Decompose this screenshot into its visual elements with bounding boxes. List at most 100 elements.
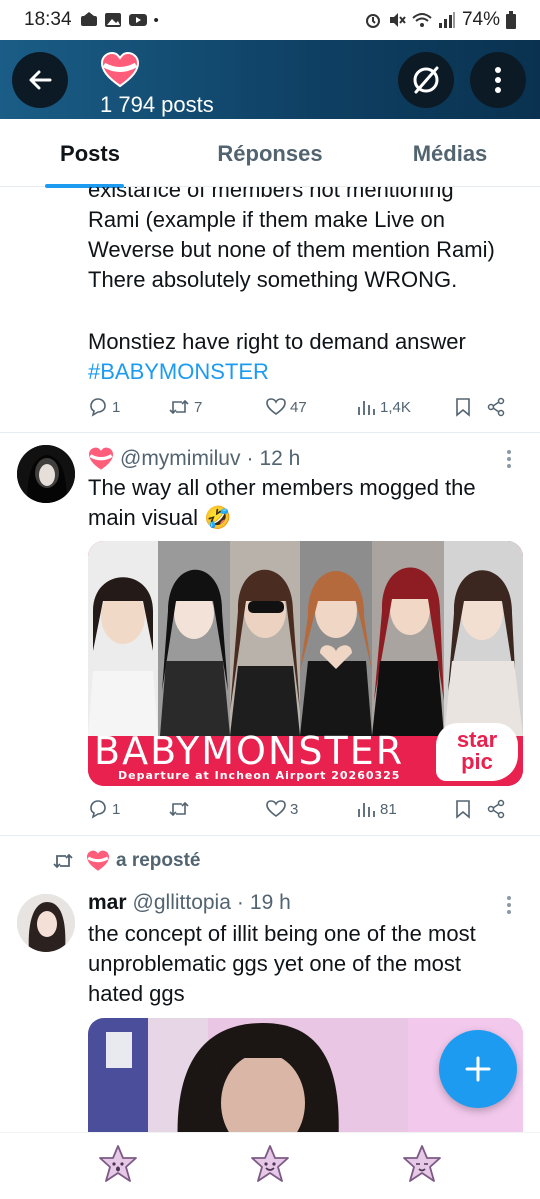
views-count: 81: [380, 800, 397, 818]
nav-recents-button[interactable]: [400, 1143, 444, 1187]
post-3-text: unproblematic ggs yet one of the most: [88, 951, 461, 976]
compose-button[interactable]: [439, 1030, 517, 1108]
share-icon: [487, 397, 505, 417]
post-3-text: the concept of illit being one of the mo…: [88, 921, 476, 946]
profile-header: 1 794 posts: [0, 40, 540, 119]
more-options-button[interactable]: [470, 52, 526, 108]
nav-back-button[interactable]: [96, 1143, 140, 1187]
alarm-icon: [365, 14, 380, 28]
reposted-label: a reposté: [116, 850, 201, 871]
wifi-icon: [412, 13, 432, 27]
share-button[interactable]: [486, 799, 506, 819]
dot-icon: •: [153, 11, 159, 29]
status-bar: 18:34 • 74%: [0, 0, 540, 40]
avatar[interactable]: [17, 445, 75, 503]
post-2-text-line: main visual: [88, 505, 199, 530]
repost-icon: [169, 801, 189, 817]
heart-emoji-icon: [87, 850, 109, 871]
post-1-line: Rami (example if them make Live on: [88, 207, 446, 232]
reply-button[interactable]: 1: [88, 397, 168, 417]
heart-emoji-icon: [100, 51, 140, 93]
reply-button[interactable]: 1: [88, 799, 168, 819]
tab-posts[interactable]: Posts: [0, 119, 180, 188]
repost-icon: [53, 853, 73, 869]
starpic-logo: star pic: [436, 723, 518, 781]
notification-icon: [80, 12, 97, 26]
heart-outline-icon: [266, 398, 286, 415]
vertical-dots-icon: [507, 896, 511, 914]
heart-outline-icon: [266, 800, 286, 817]
bookmark-icon: [456, 800, 470, 819]
share-icon: [487, 799, 505, 819]
reply-icon: [90, 398, 106, 417]
tab-media[interactable]: Médias: [360, 119, 540, 186]
gallery-icon: [104, 13, 121, 27]
repost-button[interactable]: 7: [168, 397, 266, 417]
post-time[interactable]: 12 h: [259, 447, 300, 471]
post-1-actions: 1 7 47 1,4K: [88, 397, 518, 417]
post-1-line: Monstiez have right to demand answer: [88, 329, 466, 354]
post-1-cut-line: existance of members not mentioning: [88, 187, 454, 202]
views-button[interactable]: 81: [356, 799, 454, 819]
star-face-icon: [403, 1145, 441, 1182]
like-button[interactable]: 3: [266, 799, 356, 819]
grok-button[interactable]: [398, 52, 454, 108]
bookmark-icon: [456, 398, 470, 417]
like-count: 3: [290, 800, 299, 818]
repost-button[interactable]: [168, 799, 266, 819]
bottom-navigation: [0, 1132, 540, 1199]
star-face-icon: [99, 1145, 137, 1182]
avatar[interactable]: [17, 894, 75, 952]
starpic-logo-bottom: pic: [461, 749, 493, 774]
post-more-button[interactable]: [506, 449, 512, 475]
timeline-feed[interactable]: existance of members not mentioning Rami…: [0, 187, 540, 1132]
views-chart-icon: [358, 803, 375, 817]
tab-replies[interactable]: Réponses: [180, 119, 360, 186]
profile-tabs: Posts Réponses Médias: [0, 119, 540, 188]
youtube-icon: [128, 14, 147, 26]
starpic-logo-top: star: [456, 727, 498, 752]
post-2-actions: 1 3 81: [88, 799, 518, 819]
post-2-meta: @mymimiluv · 12 h: [88, 447, 300, 471]
signal-icon: [438, 12, 455, 28]
reply-icon: [90, 800, 106, 819]
post-2-image[interactable]: BABYMONSTER Departure at Incheon Airport…: [88, 541, 523, 786]
post-3-text: hated ggs: [88, 981, 185, 1006]
back-button[interactable]: [12, 52, 68, 108]
slash-circle-icon: [413, 66, 439, 94]
reply-count: 1: [112, 800, 121, 818]
bookmark-button[interactable]: [454, 799, 486, 819]
post-2-text: The way all other members mogged the: [88, 475, 476, 500]
vertical-dots-icon: [507, 450, 511, 468]
post-2-text: main visual 🤣: [88, 503, 232, 533]
views-count: 1,4K: [380, 398, 411, 416]
image-banner-subtitle: Departure at Incheon Airport 20260325: [118, 769, 401, 782]
plus-icon: [465, 1056, 491, 1082]
post-divider: [0, 432, 540, 433]
nav-home-button[interactable]: [248, 1143, 292, 1187]
views-button[interactable]: 1,4K: [356, 397, 454, 417]
post-3-meta: mar @gllittopia · 19 h: [88, 891, 291, 915]
battery-text: 74%: [461, 9, 500, 30]
user-display-name[interactable]: mar: [88, 891, 127, 915]
hashtag-link[interactable]: #BABYMONSTER: [88, 357, 528, 387]
repost-icon: [169, 399, 189, 415]
repost-count: 7: [194, 398, 203, 416]
share-button[interactable]: [486, 397, 506, 417]
mute-icon: [389, 13, 406, 27]
post-time[interactable]: 19 h: [250, 891, 291, 915]
arrow-left-icon: [29, 70, 52, 90]
repost-indicator: a reposté: [52, 850, 200, 872]
post-more-button[interactable]: [506, 895, 512, 921]
status-time: 18:34: [24, 9, 72, 30]
bookmark-button[interactable]: [454, 397, 486, 417]
vertical-dots-icon: [495, 67, 501, 93]
reply-count: 1: [112, 398, 121, 416]
like-button[interactable]: 47: [266, 397, 356, 417]
post-1-line: There absolutely something WRONG.: [88, 267, 458, 292]
post-1-line: Weverse but none of them mention Rami): [88, 237, 495, 262]
tab-posts-label: Posts: [60, 141, 120, 166]
user-handle[interactable]: @mymimiluv: [120, 447, 240, 471]
separator-dot: ·: [236, 891, 244, 914]
user-handle[interactable]: @gllittopia: [133, 891, 231, 915]
